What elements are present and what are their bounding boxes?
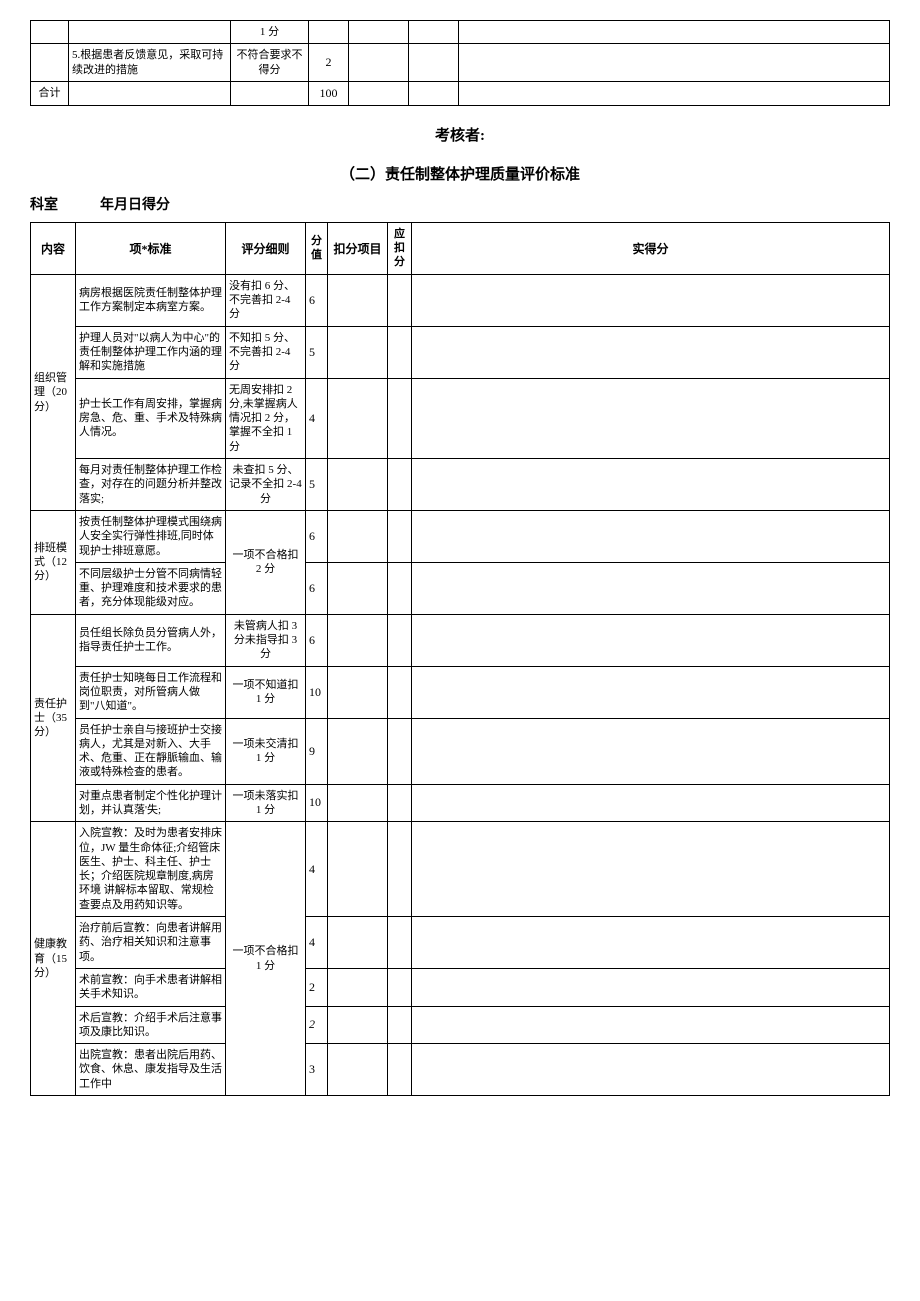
table-row: 组织管理（20分） 病房根据医院责任制整体护理工作方案制定本病室方案。 没有扣 … bbox=[31, 274, 890, 326]
cell: 9 bbox=[306, 718, 328, 784]
group-shift: 排班模式（12分） bbox=[31, 510, 76, 614]
table-row: 健康教育（15分） 入院宣教：及时为患者安排床位，JW 量生命体征;介绍管床医生… bbox=[31, 822, 890, 917]
cell: 一项不合格扣 1 分 bbox=[226, 822, 306, 1096]
cell: 6 bbox=[306, 614, 328, 666]
cell: 员任组长除负员分管病人外，指导责任护士工作。 bbox=[76, 614, 226, 666]
col-criteria: 评分细则 bbox=[226, 222, 306, 274]
cell: 3 bbox=[306, 1044, 328, 1096]
cell: 护理人员对"以病人为中心"的责任制整体护理工作内涵的理解和实施措施 bbox=[76, 326, 226, 378]
cell: 5 bbox=[306, 326, 328, 378]
table-row: 责任护士知晓每日工作流程和岗位职责，对所管病人做到"八知道"。 一项不知道扣 1… bbox=[31, 666, 890, 718]
group-org-mgmt: 组织管理（20分） bbox=[31, 274, 76, 510]
table-row: 术后宣教：介绍手术后注意事项及康比知识。 2 bbox=[31, 1006, 890, 1044]
cell: 未查扣 5 分、记录不全扣 2-4 分 bbox=[226, 459, 306, 511]
cell: 10 bbox=[306, 666, 328, 718]
cell: 2 bbox=[309, 44, 349, 82]
cell: 责任护士知晓每日工作流程和岗位职责，对所管病人做到"八知道"。 bbox=[76, 666, 226, 718]
total-row: 合计 100 bbox=[31, 81, 890, 105]
cell: 一项未交清扣 1 分 bbox=[226, 718, 306, 784]
cell: 没有扣 6 分、不完善扣 2-4 分 bbox=[226, 274, 306, 326]
table-row: 责任护士（35分） 员任组长除负员分管病人外，指导责任护士工作。 未管病人扣 3… bbox=[31, 614, 890, 666]
cell: 5.根据患者反馈意见，采取可持续改进的措施 bbox=[69, 44, 231, 82]
total-value: 100 bbox=[309, 81, 349, 105]
cell: 对重点患者制定个性化护理计划，并认真落'失; bbox=[76, 784, 226, 822]
table-row: 护士长工作有周安排，掌握病房急、危、重、手术及特殊病人情况。 无周安排扣 2 分… bbox=[31, 378, 890, 458]
col-content: 内容 bbox=[31, 222, 76, 274]
col-actual: 实得分 bbox=[412, 222, 890, 274]
cell: 2 bbox=[306, 1006, 328, 1044]
cell: 一项未落实扣 1 分 bbox=[226, 784, 306, 822]
cell: 1 分 bbox=[231, 21, 309, 44]
cell: 无周安排扣 2 分,未掌握病人情况扣 2 分，掌握不全扣 1 分 bbox=[226, 378, 306, 458]
cell: 4 bbox=[306, 822, 328, 917]
cell: 术后宣教：介绍手术后注意事项及康比知识。 bbox=[76, 1006, 226, 1044]
cell: 不知扣 5 分、不完善扣 2-4 分 bbox=[226, 326, 306, 378]
cell: 术前宣教：向手术患者讲解相关手术知识。 bbox=[76, 968, 226, 1006]
form-header-line: 科室 年月日得分 bbox=[30, 194, 890, 214]
cell: 一项不合格扣 2 分 bbox=[226, 510, 306, 614]
cell: 员任护士亲自与接班护士交接病人，尤其是对新入、大手术、危重、正在靜脈输血、输液或… bbox=[76, 718, 226, 784]
table-row: 不同层级护士分管不同病情轻重、护理难度和技术要求的患者，充分体现能级对应。 6 bbox=[31, 562, 890, 614]
table-row: 对重点患者制定个性化护理计划，并认真落'失; 一项未落实扣 1 分 10 bbox=[31, 784, 890, 822]
section-title: （二）责任制整体护理质量评价标准 bbox=[30, 163, 890, 184]
cell: 入院宣教：及时为患者安排床位，JW 量生命体征;介绍管床医生、护士、科主任、护士… bbox=[76, 822, 226, 917]
cell: 治疗前后宣教：向患者讲解用药、治疗相关知识和注意事项。 bbox=[76, 917, 226, 969]
cell: 按责任制整体护理模式围绕病人安全实行弹性排班,同时体现护士排班意愿。 bbox=[76, 510, 226, 562]
col-score: 分值 bbox=[306, 222, 328, 274]
col-deduct-item: 扣分项目 bbox=[328, 222, 388, 274]
col-standard: 项*标准 bbox=[76, 222, 226, 274]
table-row: 员任护士亲自与接班护士交接病人，尤其是对新入、大手术、危重、正在靜脈输血、输液或… bbox=[31, 718, 890, 784]
table-row: 1 分 bbox=[31, 21, 890, 44]
col-should-deduct: 应扣分 bbox=[388, 222, 412, 274]
group-nurse: 责任护士（35分） bbox=[31, 614, 76, 822]
cell: 不同层级护士分管不同病情轻重、护理难度和技术要求的患者，充分体现能级对应。 bbox=[76, 562, 226, 614]
table-row: 5.根据患者反馈意见，采取可持续改进的措施 不符合要求不得分 2 bbox=[31, 44, 890, 82]
top-partial-table: 1 分 5.根据患者反馈意见，采取可持续改进的措施 不符合要求不得分 2 合计 … bbox=[30, 20, 890, 106]
cell: 4 bbox=[306, 917, 328, 969]
cell: 6 bbox=[306, 562, 328, 614]
cell: 2 bbox=[306, 968, 328, 1006]
cell: 未管病人扣 3 分未指导扣 3 分 bbox=[226, 614, 306, 666]
cell: 10 bbox=[306, 784, 328, 822]
cell: 一项不知道扣 1 分 bbox=[226, 666, 306, 718]
cell: 出院宣教：患者出院后用药、饮食、休息、康发指导及生活工作中 bbox=[76, 1044, 226, 1096]
table-row: 每月对责任制整体护理工作检查，对存在的问题分析并整改落实; 未查扣 5 分、记录… bbox=[31, 459, 890, 511]
table-row: 排班模式（12分） 按责任制整体护理模式围绕病人安全实行弹性排班,同时体现护士排… bbox=[31, 510, 890, 562]
cell: 5 bbox=[306, 459, 328, 511]
cell: 6 bbox=[306, 510, 328, 562]
cell: 4 bbox=[306, 378, 328, 458]
cell: 护士长工作有周安排，掌握病房急、危、重、手术及特殊病人情况。 bbox=[76, 378, 226, 458]
table-row: 出院宣教：患者出院后用药、饮食、休息、康发指导及生活工作中 3 bbox=[31, 1044, 890, 1096]
table-row: 治疗前后宣教：向患者讲解用药、治疗相关知识和注意事项。 4 bbox=[31, 917, 890, 969]
group-health-edu: 健康教育（15分） bbox=[31, 822, 76, 1096]
cell: 不符合要求不得分 bbox=[231, 44, 309, 82]
cell: 6 bbox=[306, 274, 328, 326]
evaluation-table: 内容 项*标准 评分细则 分值 扣分项目 应扣分 实得分 组织管理（20分） 病… bbox=[30, 222, 890, 1096]
table-row: 术前宣教：向手术患者讲解相关手术知识。 2 bbox=[31, 968, 890, 1006]
table-row: 护理人员对"以病人为中心"的责任制整体护理工作内涵的理解和实施措施 不知扣 5 … bbox=[31, 326, 890, 378]
cell: 病房根据医院责任制整体护理工作方案制定本病室方案。 bbox=[76, 274, 226, 326]
cell: 每月对责任制整体护理工作检查，对存在的问题分析并整改落实; bbox=[76, 459, 226, 511]
total-label: 合计 bbox=[31, 81, 69, 105]
assessor-label: 考核者: bbox=[30, 124, 890, 145]
header-row: 内容 项*标准 评分细则 分值 扣分项目 应扣分 实得分 bbox=[31, 222, 890, 274]
